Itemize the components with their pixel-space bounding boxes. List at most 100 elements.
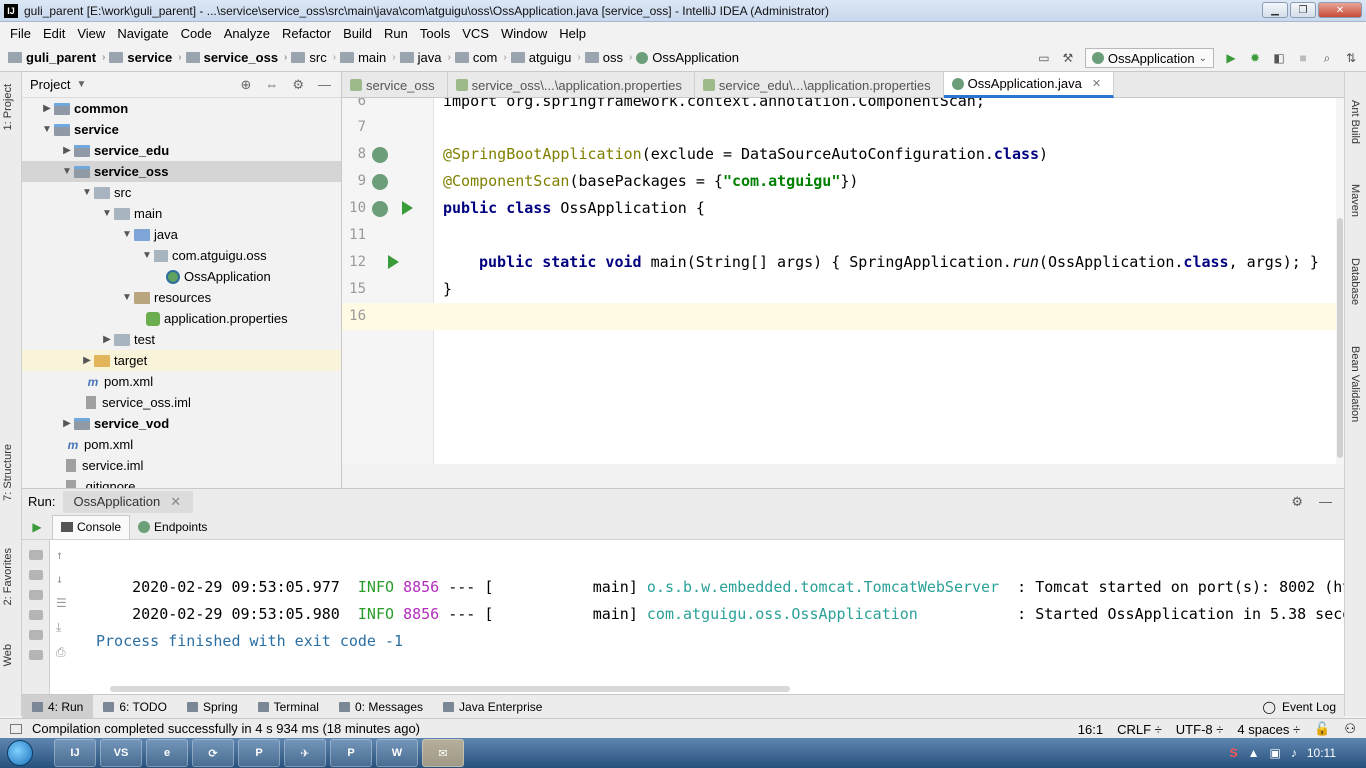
tree-item[interactable]: ▼ src bbox=[22, 182, 341, 203]
tree-item[interactable]: ▼ java bbox=[22, 224, 341, 245]
menu-edit[interactable]: Edit bbox=[37, 26, 71, 41]
coverage-icon[interactable]: ◧ bbox=[1272, 51, 1286, 65]
clock[interactable]: 10:11 bbox=[1307, 746, 1336, 760]
breadcrumb-item[interactable]: atguigu › bbox=[510, 50, 581, 65]
taskbar-app-button[interactable]: ✉ bbox=[422, 739, 464, 767]
expanded-arrow-icon[interactable]: ▼ bbox=[120, 292, 134, 303]
search-icon[interactable]: ⌕ bbox=[1320, 51, 1334, 65]
collapsed-arrow-icon[interactable]: ▶ bbox=[100, 334, 114, 345]
breadcrumb-item[interactable]: guli_parent › bbox=[8, 50, 105, 65]
editor-tab[interactable]: OssApplication.java ✕ bbox=[943, 72, 1115, 98]
menu-refactor[interactable]: Refactor bbox=[276, 26, 337, 41]
tree-item[interactable]: ▼ main bbox=[22, 203, 341, 224]
locate-icon[interactable]: ⊕ bbox=[240, 77, 251, 93]
ant-build-tool-tab[interactable]: Ant Build bbox=[1349, 100, 1361, 144]
breadcrumb-item[interactable]: com › bbox=[454, 50, 507, 65]
collapse-all-icon[interactable]: ⇔ bbox=[265, 77, 278, 93]
breadcrumb-item[interactable]: service › bbox=[109, 50, 182, 65]
code-editor[interactable]: 6 import org.springframework.context.anno… bbox=[342, 98, 1336, 464]
project-view-select[interactable]: Project bbox=[30, 77, 70, 92]
tree-item[interactable]: ▼ com.atguigu.oss bbox=[22, 245, 341, 266]
taskbar-app-button[interactable]: e bbox=[146, 739, 188, 767]
console-hscrollbar[interactable] bbox=[50, 684, 1344, 694]
menu-file[interactable]: File bbox=[4, 26, 37, 41]
expanded-arrow-icon[interactable]: ▼ bbox=[140, 250, 154, 261]
hide-panel-icon[interactable]: — bbox=[318, 77, 331, 93]
caret-position[interactable]: 16:1 bbox=[1078, 722, 1103, 737]
menu-tools[interactable]: Tools bbox=[414, 26, 456, 41]
gutter-run-icon[interactable] bbox=[402, 201, 413, 215]
run-icon[interactable]: ▶ bbox=[1224, 51, 1238, 65]
expanded-arrow-icon[interactable]: ▼ bbox=[40, 124, 54, 135]
editor-tab[interactable]: service_oss\...\application.properties bbox=[448, 72, 695, 98]
build-hammer-icon[interactable]: ⚒ bbox=[1061, 51, 1075, 65]
structure-tool-tab[interactable]: 7: Structure bbox=[2, 444, 14, 501]
network-icon[interactable]: ▣ bbox=[1270, 746, 1281, 760]
git-icon[interactable]: ⚇ bbox=[1344, 721, 1356, 737]
debug-icon[interactable]: ✹ bbox=[1248, 51, 1262, 65]
taskbar-app-button[interactable]: ⟳ bbox=[192, 739, 234, 767]
tool-window-button[interactable]: Java Enterprise bbox=[433, 695, 552, 719]
taskbar-app-button[interactable]: P bbox=[330, 739, 372, 767]
tool-window-button[interactable]: 6: TODO bbox=[93, 695, 177, 719]
expanded-arrow-icon[interactable]: ▼ bbox=[120, 229, 134, 240]
camera-icon[interactable] bbox=[29, 590, 43, 600]
bean-validation-tool-tab[interactable]: Bean Validation bbox=[1349, 346, 1361, 422]
tool-window-button[interactable]: 4: Run bbox=[22, 694, 94, 719]
taskbar-app-button[interactable]: IJ bbox=[54, 739, 96, 767]
collapsed-arrow-icon[interactable]: ▶ bbox=[60, 418, 74, 429]
tool-window-button[interactable]: Spring bbox=[177, 695, 248, 719]
minimize-button[interactable]: ▁ bbox=[1262, 2, 1288, 18]
expanded-arrow-icon[interactable]: ▼ bbox=[80, 187, 94, 198]
collapsed-arrow-icon[interactable]: ▶ bbox=[60, 145, 74, 156]
tree-item[interactable]: .gitignore bbox=[22, 476, 341, 488]
tool-window-button[interactable]: 0: Messages bbox=[329, 695, 433, 719]
menu-analyze[interactable]: Analyze bbox=[218, 26, 276, 41]
taskbar-app-button[interactable]: W bbox=[376, 739, 418, 767]
expanded-arrow-icon[interactable]: ▼ bbox=[60, 166, 74, 177]
editor-tab[interactable]: service_edu\...\application.properties bbox=[695, 72, 944, 98]
menu-vcs[interactable]: VCS bbox=[456, 26, 495, 41]
web-tool-tab[interactable]: Web bbox=[2, 644, 14, 666]
tool-window-button[interactable]: Terminal bbox=[248, 695, 329, 719]
breadcrumb-item[interactable]: main › bbox=[340, 50, 396, 65]
collapsed-arrow-icon[interactable]: ▶ bbox=[40, 103, 54, 114]
pause-icon[interactable] bbox=[29, 570, 43, 580]
exit-icon[interactable] bbox=[29, 630, 43, 640]
ime-icon[interactable]: S bbox=[1230, 746, 1238, 760]
tree-item[interactable]: application.properties bbox=[22, 308, 341, 329]
gear-icon[interactable]: ⚙ bbox=[1291, 494, 1303, 510]
more-icon[interactable] bbox=[29, 650, 43, 660]
tree-item[interactable]: ▶ service_vod bbox=[22, 413, 341, 434]
close-icon[interactable]: ✕ bbox=[1092, 77, 1101, 90]
file-encoding[interactable]: UTF-8 ÷ bbox=[1176, 722, 1224, 737]
menu-run[interactable]: Run bbox=[378, 26, 414, 41]
menu-window[interactable]: Window bbox=[495, 26, 553, 41]
line-separator[interactable]: CRLF ÷ bbox=[1117, 722, 1162, 737]
tree-item[interactable]: ▶ service_edu bbox=[22, 140, 341, 161]
hide-panel-icon[interactable]: — bbox=[1319, 494, 1332, 510]
soft-wrap-icon[interactable]: ☰ bbox=[56, 596, 67, 610]
menu-help[interactable]: Help bbox=[553, 26, 592, 41]
scroll-end-icon[interactable]: ⤓ bbox=[56, 620, 67, 635]
console-output[interactable]: ↑ ↓ ☰ ⤓ ⎙ 2020-02-29 09:53:05.977 INFO 8… bbox=[50, 540, 1344, 694]
breadcrumb-item[interactable]: java › bbox=[399, 50, 451, 65]
layout-icon[interactable]: ▭ bbox=[1037, 51, 1051, 65]
run-config-select[interactable]: OssApplication ⌄ bbox=[1084, 48, 1214, 68]
taskbar-app-button[interactable]: ✈ bbox=[284, 739, 326, 767]
spring-bean-icon[interactable] bbox=[372, 201, 388, 217]
gutter-run-icon[interactable] bbox=[388, 255, 399, 269]
breadcrumb-item[interactable]: oss › bbox=[584, 50, 632, 65]
favorites-tool-tab[interactable]: 2: Favorites bbox=[2, 548, 14, 605]
tree-item[interactable]: m pom.xml bbox=[22, 371, 341, 392]
chevron-down-icon[interactable]: ▼ bbox=[76, 79, 86, 90]
collapsed-arrow-icon[interactable]: ▶ bbox=[80, 355, 94, 366]
tree-item[interactable]: m pom.xml bbox=[22, 434, 341, 455]
event-log-button[interactable]: ◯ Event Log bbox=[1263, 695, 1336, 719]
indent-setting[interactable]: 4 spaces ÷ bbox=[1237, 722, 1300, 737]
taskbar-app-button[interactable]: P bbox=[238, 739, 280, 767]
scroll-up-icon[interactable]: ↑ bbox=[56, 548, 67, 562]
vcs-icon[interactable]: ⇅ bbox=[1344, 51, 1358, 65]
tab-console[interactable]: Console bbox=[52, 514, 131, 539]
breadcrumb-item[interactable]: src › bbox=[291, 50, 336, 65]
